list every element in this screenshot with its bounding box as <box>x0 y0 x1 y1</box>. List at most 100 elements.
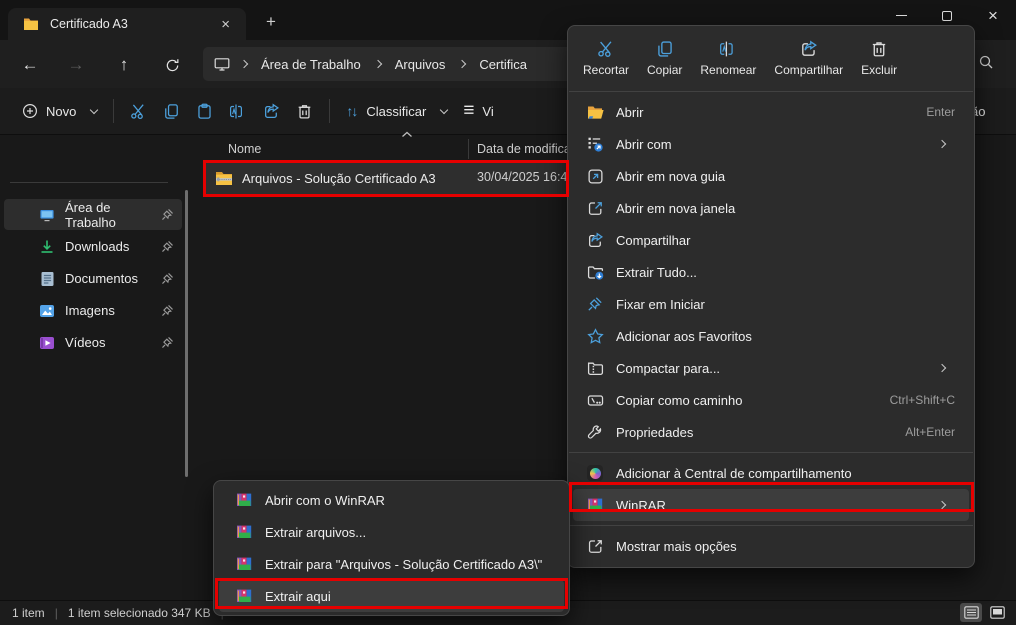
file-modified-date: 30/04/2025 16:44 <box>477 170 574 184</box>
pin-icon <box>161 272 174 285</box>
submenu-item-extract-files[interactable]: Extrair arquivos... <box>219 516 564 548</box>
show-more-icon <box>586 537 604 555</box>
open-with-icon <box>586 135 604 153</box>
chevron-right-icon <box>240 60 248 68</box>
downloads-icon <box>38 238 56 256</box>
menu-item-open-new-window[interactable]: Abrir em nova janela <box>573 192 969 224</box>
tab-title: Certificado A3 <box>50 17 215 31</box>
submenu-item-extract-here[interactable]: Extrair aqui <box>219 580 564 612</box>
copy-button[interactable] <box>155 94 188 128</box>
chevron-right-icon <box>938 364 946 372</box>
menu-item-pin-to-start[interactable]: Fixar em Iniciar <box>573 288 969 320</box>
cut-button[interactable] <box>122 94 155 128</box>
chevron-down-icon <box>440 105 448 113</box>
pin-icon <box>161 304 174 317</box>
menu-item-copy-as-path[interactable]: Copiar como caminho Ctrl+Shift+C <box>573 384 969 416</box>
menu-item-properties[interactable]: Propriedades Alt+Enter <box>573 416 969 448</box>
sort-arrows-icon: ↑↓ <box>346 103 356 119</box>
new-tab-arrow-icon <box>586 167 604 185</box>
back-icon[interactable]: ← <box>16 52 44 78</box>
breadcrumb-item-arquivos[interactable]: Arquivos <box>391 57 450 72</box>
chevron-down-icon <box>90 105 98 113</box>
documents-icon <box>38 270 56 288</box>
menu-item-open[interactable]: Abrir Enter <box>573 96 969 128</box>
shortcut-label: Enter <box>926 105 955 119</box>
copy-path-icon <box>586 391 604 409</box>
folder-icon <box>22 15 40 33</box>
share-icon <box>800 40 818 58</box>
menu-item-share[interactable]: Compartilhar <box>573 224 969 256</box>
shortcut-label: Alt+Enter <box>905 425 955 439</box>
desktop-icon <box>213 55 231 73</box>
pin-icon <box>161 240 174 253</box>
sidebar-item-desktop[interactable]: Área de Trabalho <box>4 199 182 230</box>
scissors-icon <box>130 103 147 120</box>
forward-icon[interactable]: → <box>62 52 90 78</box>
item-count: 1 item <box>12 606 45 620</box>
column-separator[interactable] <box>468 139 469 159</box>
sidebar-item-downloads[interactable]: Downloads <box>4 231 182 262</box>
menu-item-open-with[interactable]: Abrir com <box>573 128 969 160</box>
menu-item-show-more-options[interactable]: Mostrar mais opções <box>573 530 969 562</box>
tab-close-icon[interactable]: × <box>215 16 236 33</box>
submenu-item-open-with-winrar[interactable]: Abrir com o WinRAR <box>219 484 564 516</box>
sidebar-item-documents[interactable]: Documentos <box>4 263 182 294</box>
sidebar-label: Vídeos <box>65 335 105 350</box>
menu-item-extract-all[interactable]: Extrair Tudo... <box>573 256 969 288</box>
file-name: Arquivos - Solução Certificado A3 <box>242 171 436 186</box>
chevron-right-icon <box>938 140 946 148</box>
new-button[interactable]: Novo <box>14 94 105 128</box>
pictures-icon <box>38 302 56 320</box>
menu-item-winrar[interactable]: WinRAR <box>573 489 969 521</box>
close-button[interactable]: × <box>970 0 1016 31</box>
details-view-icon <box>964 606 979 619</box>
paste-button[interactable] <box>188 94 221 128</box>
new-tab-button[interactable]: + <box>258 12 284 32</box>
sort-button[interactable]: ↑↓ Classificar <box>338 94 455 128</box>
sort-ascending-icon <box>401 131 413 138</box>
context-menu: Recortar Copiar Renomear Compartilhar Ex… <box>567 25 975 568</box>
breadcrumb-item-desktop[interactable]: Área de Trabalho <box>257 57 365 72</box>
chevron-right-icon <box>938 501 946 509</box>
view-button[interactable]: ≡ Vi <box>455 94 501 128</box>
rename-quick-button[interactable]: Renomear <box>693 36 763 81</box>
share-quick-button[interactable]: Compartilhar <box>767 36 850 81</box>
share-icon <box>263 103 280 120</box>
delete-button[interactable] <box>288 94 321 128</box>
star-icon <box>586 327 604 345</box>
column-header-date[interactable]: Data de modifica <box>477 142 571 156</box>
details-view-toggle[interactable] <box>960 603 982 622</box>
pin-icon <box>586 295 604 313</box>
share-icon <box>586 231 604 249</box>
videos-icon <box>38 334 56 352</box>
trash-icon <box>296 103 313 120</box>
delete-quick-button[interactable]: Excluir <box>854 36 904 81</box>
thumbnail-view-toggle[interactable] <box>986 603 1008 622</box>
submenu-item-extract-to-folder[interactable]: Extrair para "Arquivos - Solução Certifi… <box>219 548 564 580</box>
sidebar-item-videos[interactable]: Vídeos <box>4 327 182 358</box>
up-icon[interactable]: ↑ <box>110 52 138 78</box>
sidebar-label: Imagens <box>65 303 115 318</box>
sidebar-item-pictures[interactable]: Imagens <box>4 295 182 326</box>
column-header-name[interactable]: Nome <box>203 142 261 156</box>
search-icon[interactable] <box>978 54 994 70</box>
sidebar-scrollbar[interactable] <box>185 190 188 477</box>
share-button[interactable] <box>255 94 288 128</box>
archive-file-icon <box>215 170 233 188</box>
copy-quick-button[interactable]: Copiar <box>640 36 689 81</box>
cut-quick-button[interactable]: Recortar <box>576 36 636 81</box>
menu-item-open-new-tab[interactable]: Abrir em nova guia <box>573 160 969 192</box>
explorer-tab[interactable]: Certificado A3 × <box>8 8 246 40</box>
scissors-icon <box>597 40 615 58</box>
pin-icon <box>161 208 174 221</box>
refresh-icon[interactable] <box>158 52 186 78</box>
plus-circle-icon <box>22 103 38 119</box>
menu-item-share-center[interactable]: Adicionar à Central de compartilhamento <box>573 457 969 489</box>
breadcrumb-item-certificado[interactable]: Certifica <box>475 57 531 72</box>
quick-actions: Recortar Copiar Renomear Compartilhar Ex… <box>568 32 974 87</box>
rename-button[interactable] <box>221 94 255 128</box>
chevron-right-icon <box>373 60 381 68</box>
menu-item-compress-to[interactable]: Compactar para... <box>573 352 969 384</box>
menu-item-add-favorites[interactable]: Adicionar aos Favoritos <box>573 320 969 352</box>
sidebar-label: Área de Trabalho <box>65 200 152 230</box>
